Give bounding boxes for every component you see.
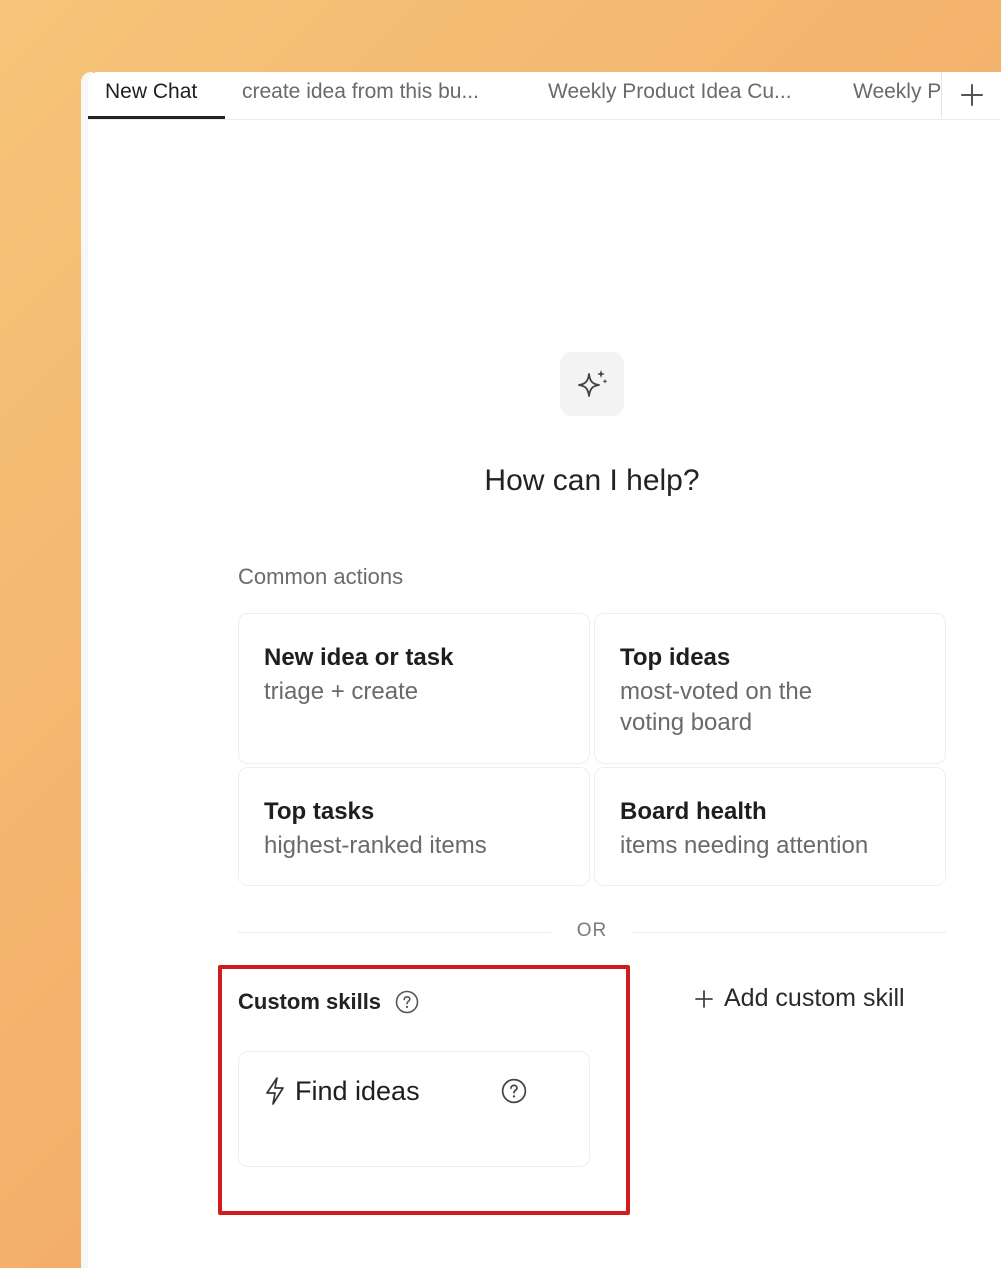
new-tab-button[interactable] bbox=[941, 72, 1001, 118]
tab-label: Weekly Product Idea Cu... bbox=[853, 80, 943, 103]
active-tab-indicator bbox=[88, 116, 225, 119]
custom-skills-header: Custom skills bbox=[238, 989, 419, 1015]
action-card-new-idea[interactable]: New idea or task triage + create bbox=[238, 613, 590, 764]
custom-skills-label: Custom skills bbox=[238, 989, 382, 1014]
question-circle-icon[interactable] bbox=[395, 990, 419, 1014]
divider-right bbox=[633, 932, 946, 933]
or-divider-text: OR bbox=[576, 920, 608, 941]
sparkle-icon bbox=[578, 370, 608, 397]
action-card-board-health[interactable]: Board health items needing attention bbox=[594, 767, 946, 886]
divider-left bbox=[238, 932, 551, 933]
lightning-icon bbox=[266, 1077, 284, 1105]
plus-icon bbox=[695, 989, 713, 1008]
action-card-top-tasks[interactable]: Top tasks highest-ranked items bbox=[238, 767, 590, 886]
card-description: triage + create bbox=[264, 678, 419, 705]
tab-weekly-product-idea-2[interactable]: Weekly Product Idea Cu... bbox=[853, 72, 943, 118]
tab-weekly-product-idea-1[interactable]: Weekly Product Idea Cu... bbox=[548, 72, 828, 118]
card-title: Board health bbox=[620, 798, 767, 825]
tab-create-idea[interactable]: create idea from this bu... bbox=[242, 72, 522, 118]
skill-name: Find ideas bbox=[295, 1076, 420, 1106]
chat-window: New Chat create idea from this bu... Wee… bbox=[88, 72, 1001, 1268]
card-description: most-voted on the voting board bbox=[620, 678, 813, 736]
tab-label: Weekly Product Idea Cu... bbox=[548, 80, 792, 103]
common-actions-label: Common actions bbox=[238, 564, 404, 589]
card-title: Top tasks bbox=[264, 798, 375, 825]
add-custom-skill-label: Add custom skill bbox=[724, 984, 905, 1012]
tab-bar: New Chat create idea from this bu... Wee… bbox=[88, 72, 1001, 120]
card-description: items needing attention bbox=[620, 832, 869, 859]
card-description: highest-ranked items bbox=[264, 832, 487, 859]
page-title: How can I help? bbox=[484, 464, 700, 497]
tab-label: New Chat bbox=[105, 80, 198, 103]
action-card-top-ideas[interactable]: Top ideas most-voted on the voting board bbox=[594, 613, 946, 764]
tab-new-chat[interactable]: New Chat bbox=[105, 72, 225, 118]
question-circle-icon[interactable] bbox=[501, 1078, 527, 1104]
skill-card-find-ideas[interactable]: Find ideas bbox=[238, 1051, 590, 1167]
card-title: New idea or task bbox=[264, 644, 454, 671]
plus-icon bbox=[960, 84, 983, 106]
card-title: Top ideas bbox=[620, 644, 731, 671]
assistant-avatar bbox=[560, 352, 624, 416]
add-custom-skill-button[interactable]: Add custom skill bbox=[694, 984, 905, 1013]
tab-label: create idea from this bu... bbox=[242, 80, 479, 103]
